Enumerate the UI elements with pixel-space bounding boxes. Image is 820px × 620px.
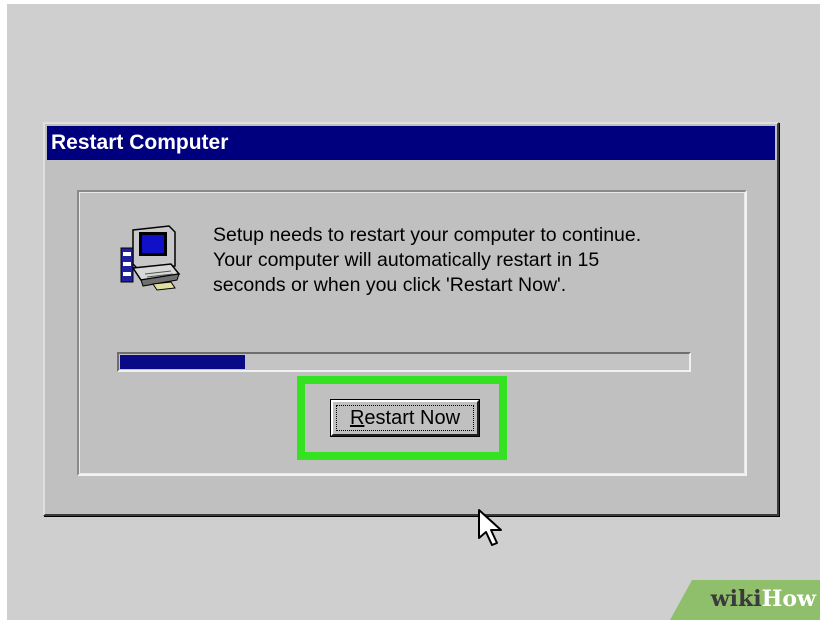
desktop-background: Restart Computer Setup needs to restart … (7, 4, 820, 620)
progress-bar-fill (120, 355, 246, 369)
setup-computer-icon (120, 225, 181, 291)
button-label-rest: estart Now (364, 406, 461, 429)
dialog-content-panel: Setup needs to restart your computer to … (77, 190, 747, 546)
watermark-text: wikiHow (711, 586, 816, 612)
dialog-titlebar[interactable]: Restart Computer (47, 126, 775, 160)
restart-countdown-progress-bar (117, 352, 691, 372)
message-line-3: seconds or when you click 'Restart Now'. (213, 274, 567, 296)
arrow-cursor-icon (478, 509, 502, 546)
dialog-title: Restart Computer (51, 131, 229, 154)
restart-message: Setup needs to restart your computer to … (213, 223, 733, 298)
restart-computer-dialog: Restart Computer Setup needs to restart … (43, 122, 779, 546)
watermark-part-wiki: wiki (710, 586, 762, 612)
watermark-part-how: How (761, 586, 816, 612)
message-line-1: Setup needs to restart your computer to … (213, 224, 642, 246)
restart-now-button[interactable]: Restart Now (331, 400, 479, 436)
button-accelerator-letter: R (349, 406, 365, 429)
wikihow-watermark: wikiHow (670, 580, 820, 620)
message-line-2: Your computer will automatically restart… (213, 249, 600, 271)
button-focus-rect: Restart Now (336, 405, 474, 431)
